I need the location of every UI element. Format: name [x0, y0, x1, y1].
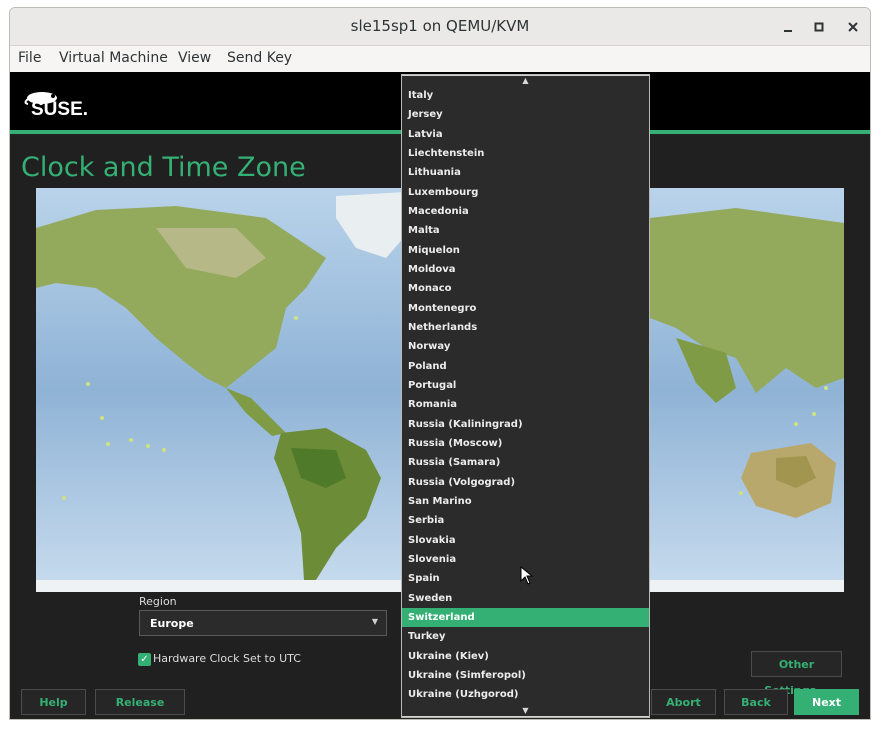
timezone-items: Italy Jersey Latvia Liechtenstein Lithuania L…	[402, 86, 649, 705]
timezone-item[interactable]: Russia (Moscow)	[402, 434, 649, 453]
timezone-item[interactable]: Luxembourg	[402, 183, 649, 202]
timezone-item[interactable]: Moldova	[402, 260, 649, 279]
menu-file[interactable]: File	[18, 50, 41, 66]
timezone-item[interactable]: Norway	[402, 337, 649, 356]
timezone-item[interactable]: Miquelon	[402, 241, 649, 260]
release-notes-button[interactable]: Release Notes...	[95, 689, 185, 715]
menu-send-key[interactable]: Send Key	[227, 50, 292, 66]
timezone-item[interactable]: Russia (Kaliningrad)	[402, 415, 649, 434]
back-button[interactable]: Back	[724, 689, 788, 715]
title-bar: sle15sp1 on QEMU/KVM	[10, 8, 870, 46]
minimize-icon[interactable]	[777, 16, 799, 38]
timezone-item[interactable]: Malta	[402, 221, 649, 240]
timezone-item[interactable]: Portugal	[402, 376, 649, 395]
timezone-item[interactable]: San Marino	[402, 492, 649, 511]
window-title: sle15sp1 on QEMU/KVM	[350, 17, 530, 35]
suse-logo: SUSE.	[22, 89, 92, 121]
timezone-item[interactable]: Montenegro	[402, 299, 649, 318]
suse-wordmark: SUSE.	[31, 99, 89, 120]
other-settings-button[interactable]: Other Settings...	[751, 651, 842, 697]
timezone-item[interactable]: Jersey	[402, 105, 649, 124]
timezone-dropdown-list[interactable]: ▲ Italy Jersey Latvia Liechtenstein Lithuani…	[401, 74, 650, 718]
menu-view[interactable]: View	[178, 50, 211, 66]
region-label: Region	[139, 595, 177, 608]
timezone-item[interactable]: Netherlands	[402, 318, 649, 337]
timezone-item[interactable]: Turkey	[402, 627, 649, 646]
timezone-item[interactable]: Lithuania	[402, 163, 649, 182]
checkmark-icon: ✓	[138, 653, 151, 666]
timezone-item[interactable]: Switzerland	[402, 607, 649, 628]
timezone-item[interactable]: Ukraine (Uzhgorod)	[402, 685, 649, 704]
timezone-item[interactable]: Ukraine (Simferopol)	[402, 666, 649, 685]
hardware-clock-label: Hardware Clock Set to UTC	[153, 652, 301, 665]
timezone-item[interactable]: Italy	[402, 86, 649, 105]
page-title: Clock and Time Zone	[21, 152, 306, 183]
menu-bar: File Virtual Machine View Send Key	[10, 46, 870, 72]
chevron-down-icon: ▼	[371, 617, 378, 626]
mouse-pointer-icon	[520, 565, 534, 590]
timezone-item[interactable]: Romania	[402, 395, 649, 414]
timezone-item[interactable]: Latvia	[402, 125, 649, 144]
timezone-item[interactable]: Sweden	[402, 589, 649, 608]
timezone-item[interactable]: Ukraine (Kiev)	[402, 647, 649, 666]
timezone-item[interactable]: Monaco	[402, 279, 649, 298]
timezone-item[interactable]: Russia (Volgograd)	[402, 473, 649, 492]
timezone-item[interactable]: Macedonia	[402, 202, 649, 221]
close-icon[interactable]	[842, 16, 864, 38]
timezone-item[interactable]: Liechtenstein	[402, 144, 649, 163]
maximize-icon[interactable]	[808, 16, 830, 38]
timezone-item[interactable]: Russia (Samara)	[402, 453, 649, 472]
abort-button[interactable]: Abort	[651, 689, 716, 715]
region-select[interactable]: Europe ▼	[139, 610, 387, 636]
timezone-item[interactable]: Poland	[402, 357, 649, 376]
help-button[interactable]: Help	[21, 689, 86, 715]
next-button[interactable]: Next	[794, 689, 859, 715]
menu-virtual-machine[interactable]: Virtual Machine	[59, 50, 168, 66]
region-value: Europe	[150, 617, 194, 630]
timezone-item[interactable]: Slovakia	[402, 531, 649, 550]
timezone-item[interactable]: Serbia	[402, 511, 649, 530]
